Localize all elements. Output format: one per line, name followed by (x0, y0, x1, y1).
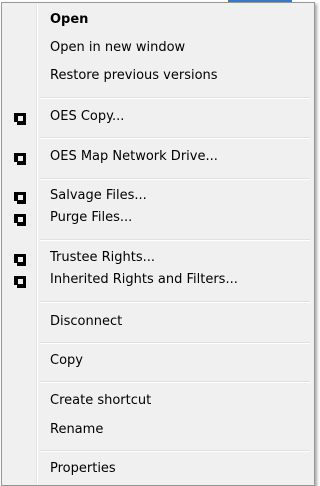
menu-item-open-in-new-window[interactable]: Open in new window (4, 37, 312, 59)
menu-separator (40, 239, 310, 241)
menu-item-label: Trustee Rights... (50, 250, 156, 265)
menu-item-label: Purge Files... (50, 210, 133, 225)
menu-item-label: Open (50, 12, 89, 27)
novell-oes-icon (14, 151, 26, 165)
novell-oes-icon (14, 111, 26, 125)
menu-item-create-shortcut[interactable]: Create shortcut (4, 390, 312, 412)
menu-item-properties[interactable]: Properties (4, 458, 312, 480)
menu-item-copy[interactable]: Copy (4, 350, 312, 372)
menu-item-rename[interactable]: Rename (4, 419, 312, 441)
menu-item-label: Open in new window (50, 40, 186, 55)
menu-item-disconnect[interactable]: Disconnect (4, 311, 312, 333)
menu-item-salvage-files[interactable]: Salvage Files... (4, 185, 312, 207)
menu-separator (40, 342, 310, 344)
menu-item-label: Inherited Rights and Filters... (50, 272, 238, 287)
menu-item-label: Copy (50, 353, 83, 368)
menu-separator (40, 301, 310, 303)
menu-item-oes-map-network-drive[interactable]: OES Map Network Drive... (4, 146, 312, 168)
novell-oes-icon (14, 252, 26, 266)
menu-item-label: Disconnect (50, 314, 123, 329)
menu-separator (40, 178, 310, 180)
menu-separator (40, 381, 310, 383)
menu-item-label: Restore previous versions (50, 68, 218, 83)
menu-item-purge-files[interactable]: Purge Files... (4, 207, 312, 229)
menu-separator (40, 97, 310, 99)
menu-item-label: Properties (50, 461, 116, 476)
menu-item-label: Create shortcut (50, 393, 152, 408)
menu-item-open[interactable]: Open (4, 9, 312, 31)
menu-item-label: OES Map Network Drive... (50, 149, 218, 164)
context-menu: Open Open in new window Restore previous… (1, 2, 315, 486)
menu-item-restore-previous-versions[interactable]: Restore previous versions (4, 65, 312, 87)
menu-item-oes-copy[interactable]: OES Copy... (4, 106, 312, 128)
novell-oes-icon (14, 190, 26, 204)
menu-item-inherited-rights-and-filters[interactable]: Inherited Rights and Filters... (4, 269, 312, 291)
menu-item-label: Rename (50, 422, 104, 437)
novell-oes-icon (14, 212, 26, 226)
menu-separator (40, 450, 310, 452)
menu-separator (40, 137, 310, 139)
novell-oes-icon (14, 274, 26, 288)
menu-item-trustee-rights[interactable]: Trustee Rights... (4, 247, 312, 269)
menu-item-label: Salvage Files... (50, 188, 147, 203)
menu-item-label: OES Copy... (50, 109, 125, 124)
